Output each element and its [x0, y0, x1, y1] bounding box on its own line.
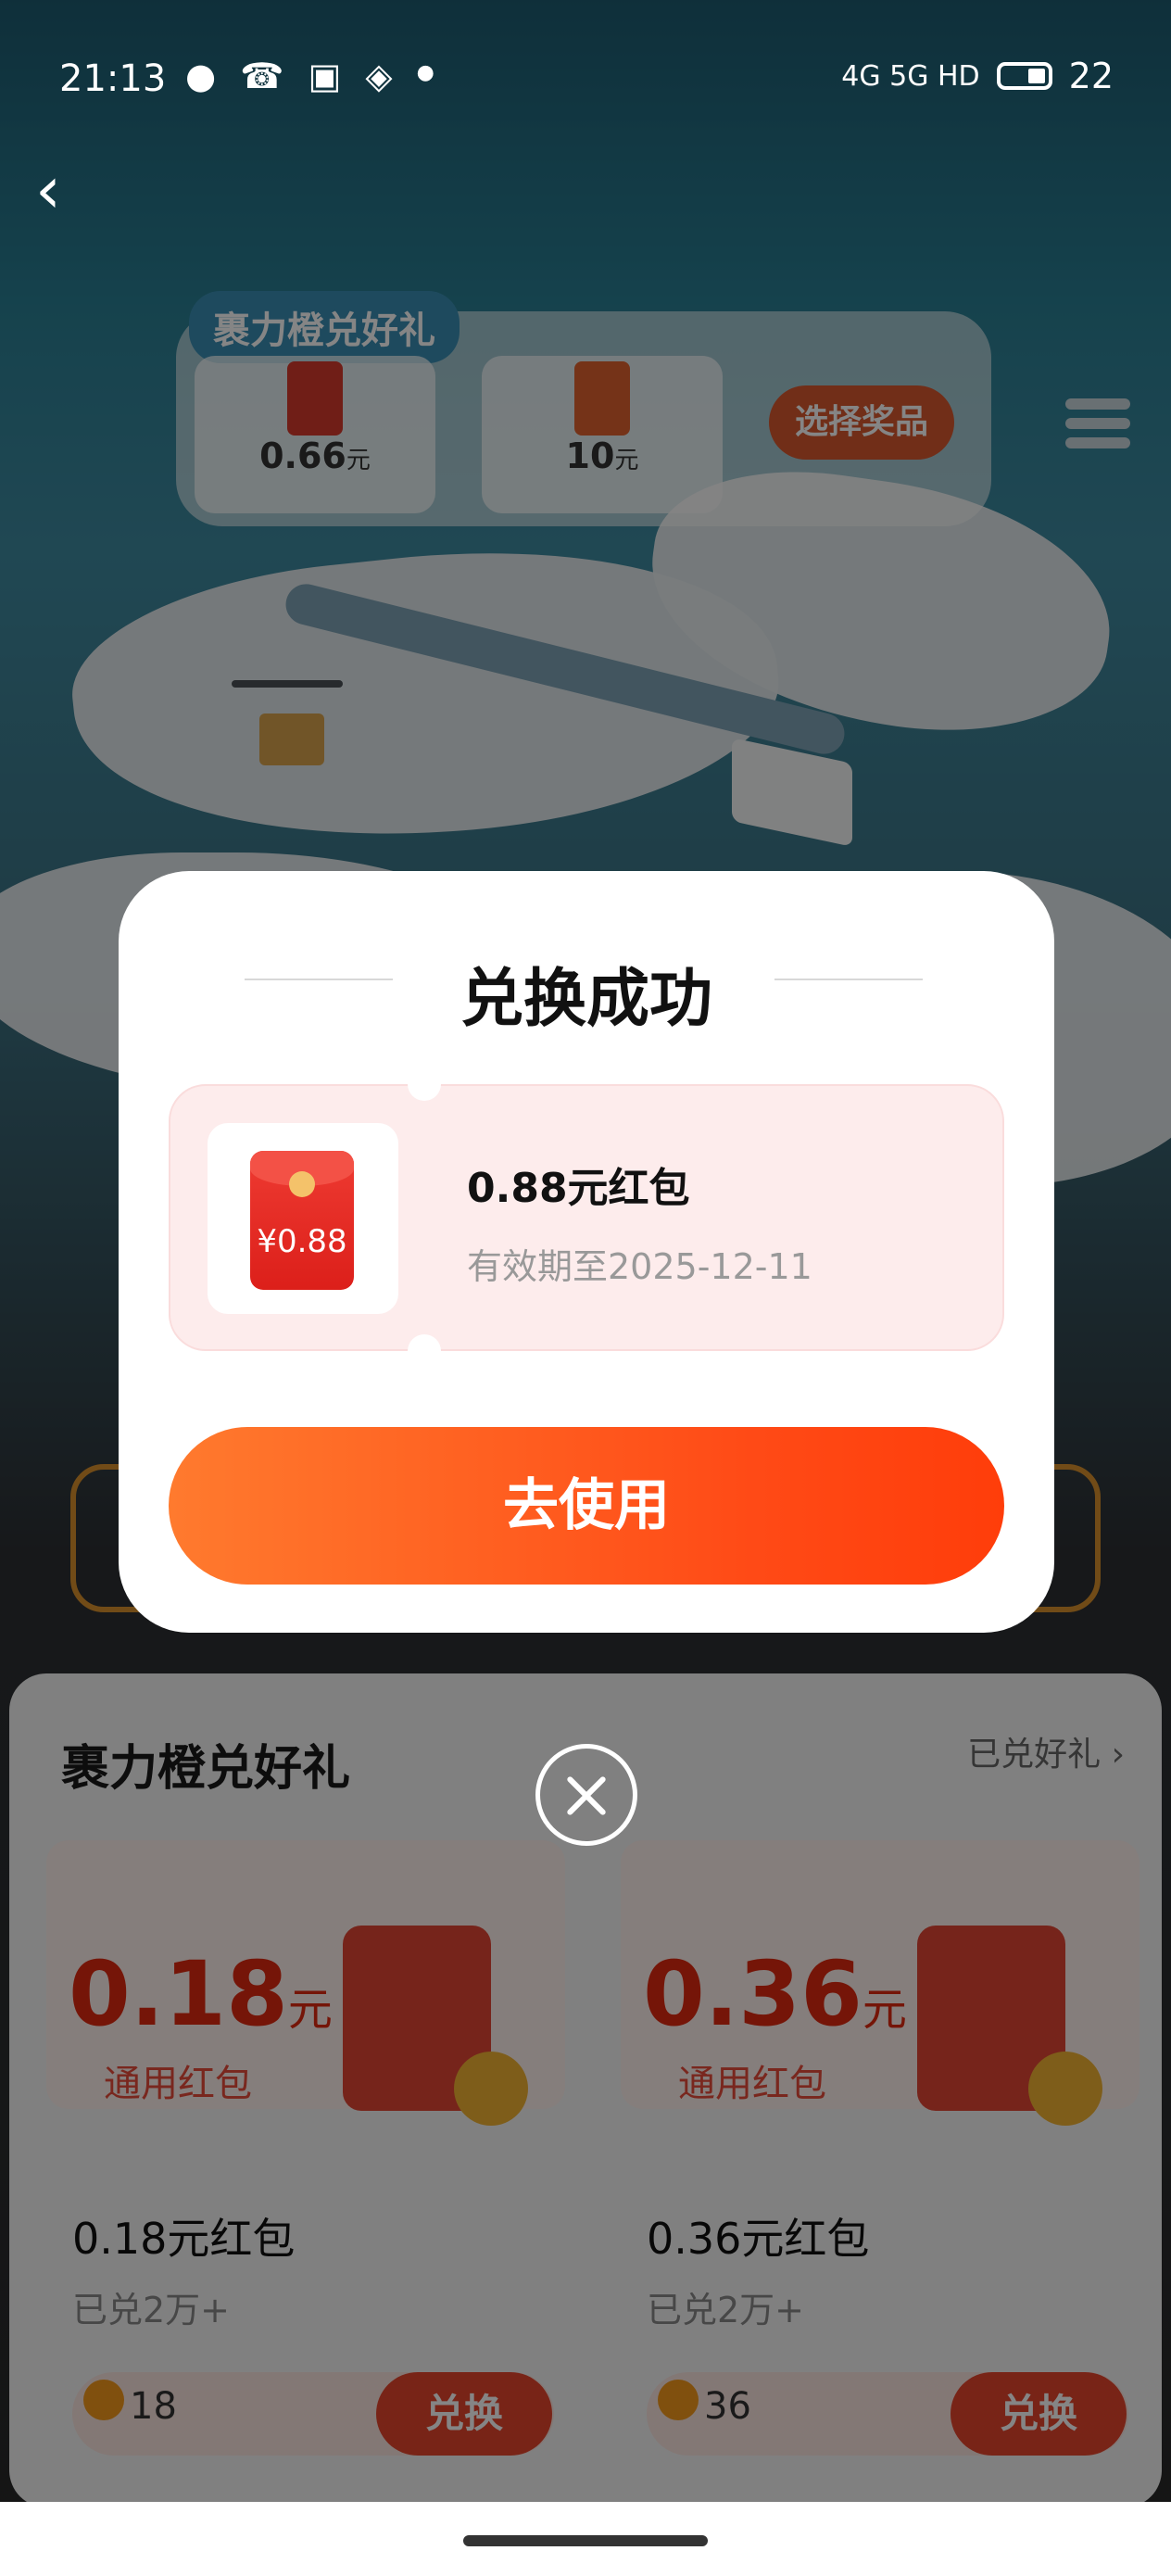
- home-indicator[interactable]: [463, 2535, 708, 2546]
- dialog-title: 兑换成功: [460, 963, 712, 1036]
- wechat-icon: ●: [185, 56, 217, 96]
- status-time: 21:13: [59, 57, 167, 100]
- layers-icon: ◈: [365, 56, 393, 96]
- prize-expiry: 有效期至2025-12-11: [467, 1246, 812, 1287]
- dot-icon: ●: [416, 61, 434, 84]
- notification-icons: ● ☎ ▣ ◈ ●: [185, 56, 434, 96]
- ticket-notch: [408, 1067, 441, 1101]
- status-bar: 21:13 ● ☎ ▣ ◈ ● 4G 5G HD 22: [0, 0, 1171, 158]
- missed-call-icon: ☎: [240, 56, 284, 96]
- image-icon: ▣: [308, 56, 342, 96]
- close-icon[interactable]: [535, 1744, 637, 1846]
- back-arrow-icon[interactable]: ‹: [35, 158, 91, 222]
- status-right: 4G 5G HD 22: [841, 56, 1114, 96]
- battery-level: 22: [1068, 56, 1114, 96]
- exchange-success-dialog: 兑换成功 ¥0.88 0.88元红包 有效期至2025-12-11 去使用: [119, 871, 1054, 1633]
- prize-ticket: ¥0.88 0.88元红包 有效期至2025-12-11: [169, 1067, 1004, 1368]
- prize-thumbnail: ¥0.88: [208, 1123, 398, 1314]
- prize-badge-value: ¥0.88: [257, 1223, 347, 1260]
- prize-name: 0.88元红包: [467, 1165, 690, 1212]
- network-indicator: 4G 5G HD: [841, 59, 980, 93]
- use-now-button[interactable]: 去使用: [169, 1427, 1004, 1585]
- gesture-bar: [0, 2502, 1171, 2576]
- ticket-notch: [408, 1334, 441, 1368]
- red-packet-icon: ¥0.88: [250, 1151, 354, 1290]
- battery-icon: [996, 62, 1052, 90]
